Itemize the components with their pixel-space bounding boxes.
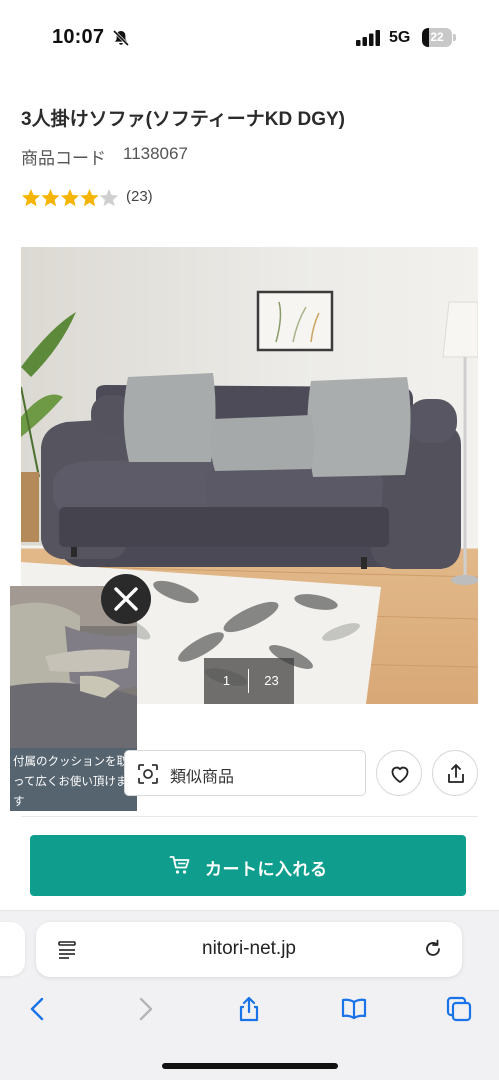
divider <box>21 816 478 817</box>
previous-tab-peek[interactable] <box>0 922 25 976</box>
product-code-value: 1138067 <box>123 144 188 163</box>
reload-icon[interactable] <box>422 938 444 960</box>
add-to-cart-button[interactable]: カートに入れる <box>30 835 466 896</box>
bell-slash-icon <box>112 29 130 47</box>
bookmarks-icon[interactable] <box>340 995 368 1023</box>
image-search-icon <box>138 764 158 784</box>
status-time: 10:07 <box>52 26 105 48</box>
favorite-button[interactable] <box>376 750 422 796</box>
close-icon <box>114 587 138 611</box>
heart-icon <box>391 766 409 783</box>
tabs-icon[interactable] <box>445 995 473 1023</box>
pager-current: 1 <box>222 673 231 688</box>
image-pager: 1 23 <box>204 658 294 704</box>
battery-percent: 22 <box>430 30 444 44</box>
star-empty-icon <box>99 189 119 207</box>
back-icon[interactable] <box>24 995 52 1023</box>
share-button[interactable] <box>432 750 478 796</box>
signal-icon <box>356 30 380 46</box>
share-sheet-icon[interactable] <box>235 995 263 1023</box>
cart-icon <box>169 856 190 874</box>
url-text: nitori-net.jp <box>202 938 296 959</box>
star-filled-icon <box>60 189 80 207</box>
star-filled-icon <box>80 189 99 207</box>
close-video-button[interactable] <box>101 574 151 624</box>
rating-stars <box>21 189 119 207</box>
pager-total: 23 <box>264 673 279 688</box>
forward-icon[interactable] <box>131 995 159 1023</box>
similar-items-label: 類似商品 <box>170 769 235 786</box>
network-label: 5G <box>389 29 411 46</box>
address-bar[interactable]: nitori-net.jp <box>36 922 462 977</box>
similar-items-button[interactable]: 類似商品 <box>124 750 366 796</box>
status-bar: 10:07 5G 22 <box>0 0 499 72</box>
battery-icon: 22 <box>422 28 456 47</box>
product-title: 3人掛けソファ(ソフティーナKD DGY) <box>21 109 345 130</box>
home-indicator <box>162 1063 338 1069</box>
star-filled-icon <box>41 189 60 207</box>
product-code-label: 商品コード <box>21 149 106 168</box>
browser-toolbar: nitori-net.jp <box>0 910 499 1080</box>
star-filled-icon <box>21 189 41 207</box>
video-caption: 付属のクッションを取って広くお使い頂けます <box>10 748 137 811</box>
review-count[interactable]: (23) <box>126 188 153 205</box>
add-to-cart-label: カートに入れる <box>205 860 328 879</box>
share-icon <box>448 764 464 783</box>
